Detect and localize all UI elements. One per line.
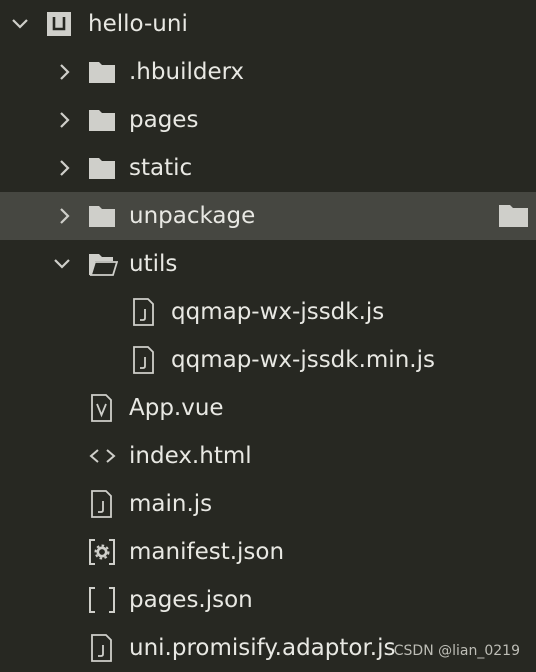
js-file-icon <box>90 480 120 528</box>
manifest-file-icon <box>88 528 118 576</box>
vue-file-icon <box>90 384 120 432</box>
json-file-icon <box>88 576 118 624</box>
chevron-right-icon[interactable] <box>54 144 78 192</box>
tree-item-label: qqmap-wx-jssdk.min.js <box>171 347 435 373</box>
tree-row-index-html[interactable]: index.html <box>0 432 536 480</box>
tree-item-label: .hbuilderx <box>129 59 245 85</box>
tree-row-main-js[interactable]: main.js <box>0 480 536 528</box>
tree-item-label: manifest.json <box>129 539 285 565</box>
tree-row-pages-json[interactable]: pages.json <box>0 576 536 624</box>
chevron-right-icon[interactable] <box>54 192 78 240</box>
reveal-folder-icon[interactable] <box>498 202 530 230</box>
tree-row-manifest-json[interactable]: manifest.json <box>0 528 536 576</box>
tree-item-label: pages.json <box>129 587 253 613</box>
tree-item-label: pages <box>129 107 199 133</box>
chevron-down-icon[interactable] <box>52 240 76 288</box>
chevron-right-icon[interactable] <box>54 96 78 144</box>
project-label: hello-uni <box>88 11 188 37</box>
tree-row-static[interactable]: static <box>0 144 536 192</box>
tree-item-label: index.html <box>129 443 252 469</box>
js-file-icon <box>132 288 162 336</box>
tree-row-app-vue[interactable]: App.vue <box>0 384 536 432</box>
tree-item-label: unpackage <box>129 203 256 229</box>
tree-row-qqmap-jssdk-min[interactable]: qqmap-wx-jssdk.min.js <box>0 336 536 384</box>
tree-row-hbuilderx[interactable]: .hbuilderx <box>0 48 536 96</box>
folder-icon <box>88 96 118 144</box>
tree-row-utils[interactable]: utils <box>0 240 536 288</box>
js-file-icon <box>90 624 120 672</box>
tree-row-project[interactable]: hello-uni <box>0 0 536 48</box>
tree-item-label: static <box>129 155 193 181</box>
folder-open-icon <box>88 240 118 288</box>
html-file-icon <box>88 432 118 480</box>
js-file-icon <box>132 336 162 384</box>
chevron-down-icon[interactable] <box>10 0 34 48</box>
tree-row-unpackage[interactable]: unpackage <box>0 192 536 240</box>
watermark: CSDN @lian_0219 <box>393 643 520 659</box>
tree-row-pages[interactable]: pages <box>0 96 536 144</box>
folder-icon <box>88 144 118 192</box>
chevron-right-icon[interactable] <box>54 48 78 96</box>
tree-item-label: main.js <box>129 491 213 517</box>
tree-item-label: App.vue <box>129 395 224 421</box>
tree-item-label: utils <box>129 251 178 277</box>
tree-row-qqmap-jssdk[interactable]: qqmap-wx-jssdk.js <box>0 288 536 336</box>
folder-icon <box>88 192 118 240</box>
tree-item-label: qqmap-wx-jssdk.js <box>171 299 385 325</box>
tree-item-label: uni.promisify.adaptor.js <box>129 635 396 661</box>
folder-icon <box>88 48 118 96</box>
project-icon <box>46 0 76 48</box>
file-explorer: hello-uni .hbuilderx pages static unpack… <box>0 0 536 667</box>
